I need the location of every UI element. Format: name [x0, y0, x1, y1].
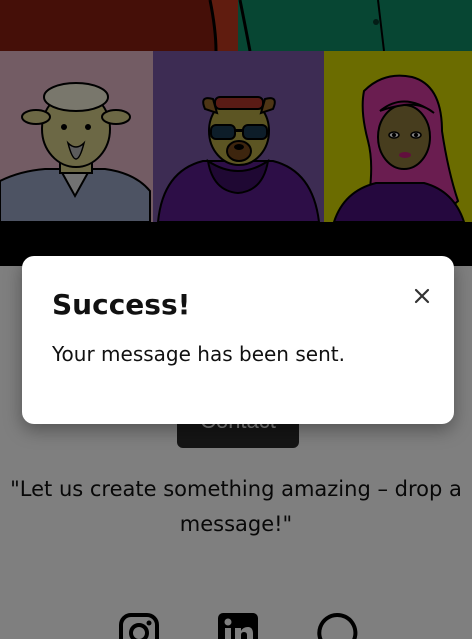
dialog-message: Your message has been sent.	[52, 342, 345, 366]
success-dialog: Success! Your message has been sent.	[22, 256, 454, 424]
close-icon[interactable]	[410, 284, 434, 308]
dialog-title: Success!	[52, 288, 191, 321]
